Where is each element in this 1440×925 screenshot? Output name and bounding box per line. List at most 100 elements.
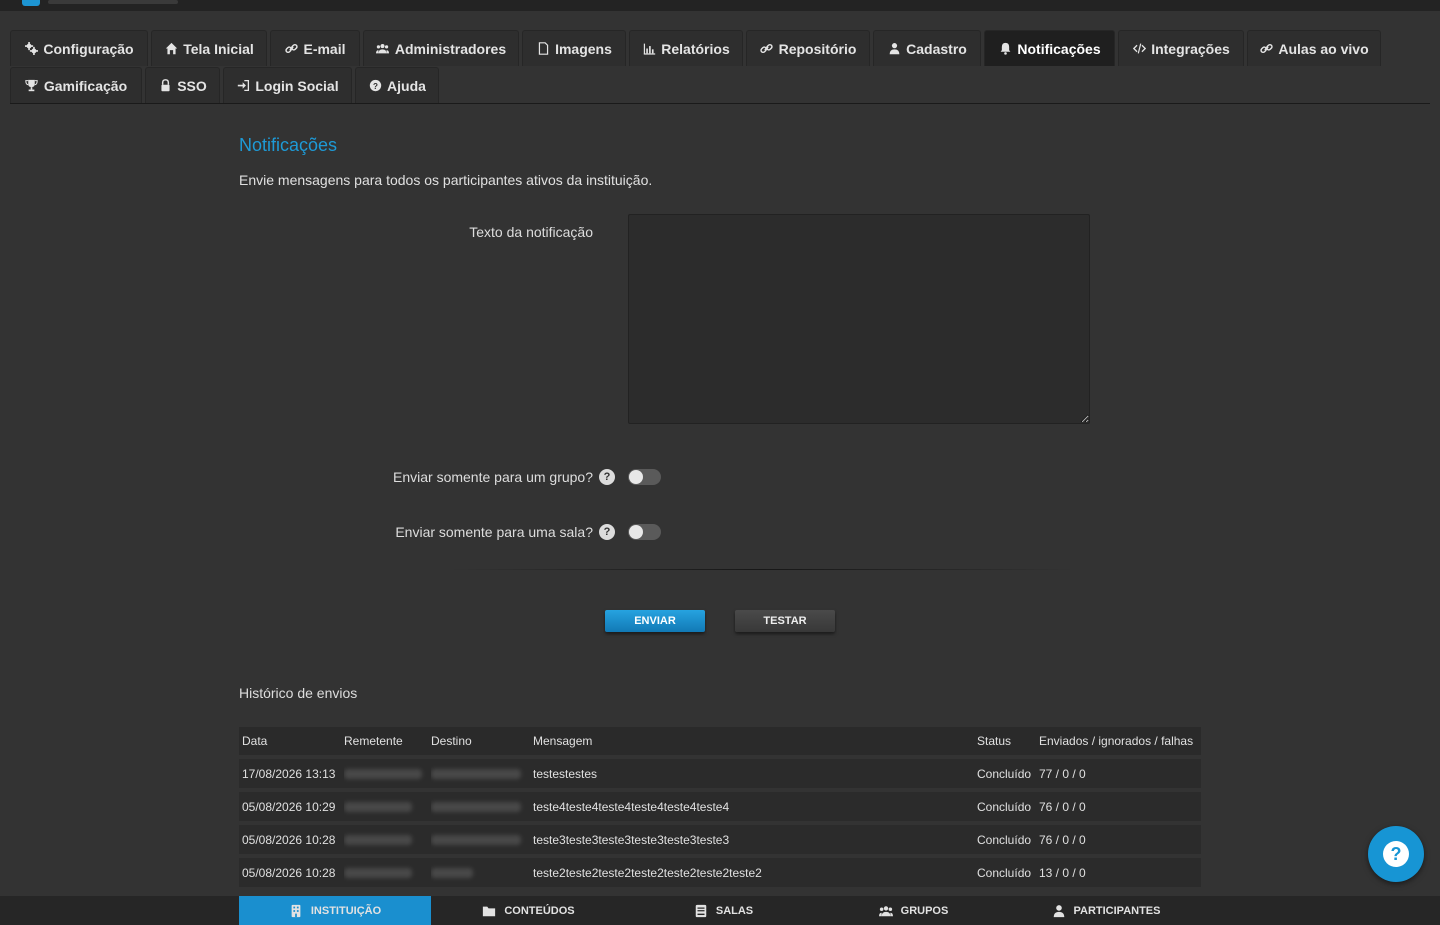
- tab-tela-inicial[interactable]: Tela Inicial: [151, 30, 267, 66]
- row-message: testestestes: [533, 766, 598, 781]
- send-button[interactable]: ENVIAR: [605, 610, 705, 632]
- row-date: 05/08/2026 10:28: [242, 865, 336, 880]
- group-only-toggle[interactable]: [628, 469, 661, 485]
- folder-icon: [483, 906, 496, 916]
- row-date: 05/08/2026 10:29: [242, 799, 336, 814]
- bar-chart-icon: [642, 42, 656, 56]
- table-row[interactable]: 05/08/2026 10:29 teste4teste4teste4teste…: [239, 792, 1201, 821]
- table-row[interactable]: 05/08/2026 10:28 teste2teste2teste2teste…: [239, 858, 1201, 887]
- row-counts: 77 / 0 / 0: [1039, 766, 1086, 781]
- page-title: Notificações: [239, 135, 338, 155]
- row-status: Concluído: [977, 832, 1032, 847]
- tab-label: Notificações: [1017, 40, 1101, 57]
- tab-relatorios[interactable]: Relatórios: [629, 30, 743, 66]
- home-icon: [164, 42, 178, 56]
- tab-configuracao[interactable]: Configuração: [10, 30, 148, 66]
- logo[interactable]: [22, 0, 40, 6]
- tab-email[interactable]: E-mail: [270, 30, 360, 66]
- tab-administradores[interactable]: Administradores: [363, 30, 519, 66]
- table-row[interactable]: 17/08/2026 13:13 testestestes Concluído …: [239, 759, 1201, 788]
- nav-instituicao[interactable]: INSTITUIÇÃO: [239, 896, 431, 925]
- row-counts: 76 / 0 / 0: [1039, 799, 1086, 814]
- question-circle-icon: ?: [368, 79, 382, 93]
- divider: [450, 569, 1075, 570]
- link-icon: [760, 42, 774, 56]
- notification-text-input[interactable]: [628, 214, 1090, 424]
- group-help-icon[interactable]: ?: [599, 469, 615, 485]
- column-header-counts[interactable]: Enviados / ignorados / falhas: [1039, 727, 1199, 755]
- room-only-toggle[interactable]: [628, 524, 661, 540]
- settings-tabs: Configuração Tela Inicial E-mail Adminis…: [10, 30, 1430, 104]
- row-status: Concluído: [977, 766, 1032, 781]
- row-status: Concluído: [977, 799, 1032, 814]
- tab-label: Integrações: [1151, 40, 1230, 57]
- question-icon: ?: [1383, 841, 1409, 867]
- tab-label: Tela Inicial: [183, 40, 254, 57]
- user-icon: [1053, 904, 1064, 917]
- nav-grupos[interactable]: GRUPOS: [821, 896, 1006, 925]
- row-date: 05/08/2026 10:28: [242, 832, 336, 847]
- row-sender-redacted: [344, 759, 426, 788]
- tab-ajuda[interactable]: ? Ajuda: [355, 67, 439, 103]
- tab-label: SSO: [177, 77, 207, 94]
- column-header-destination[interactable]: Destino: [431, 727, 526, 755]
- row-date: 17/08/2026 13:13: [242, 766, 336, 781]
- svg-text:?: ?: [373, 82, 378, 91]
- tab-integracoes[interactable]: Integrações: [1118, 30, 1244, 66]
- file-icon: [536, 42, 550, 56]
- nav-salas[interactable]: SALAS: [626, 896, 821, 925]
- table-header: Data Remetente Destino Mensagem Status E…: [239, 727, 1201, 755]
- nav-participantes[interactable]: PARTICIPANTES: [1006, 896, 1206, 925]
- trophy-icon: [25, 79, 39, 93]
- tab-imagens[interactable]: Imagens: [522, 30, 626, 66]
- tab-login-social[interactable]: Login Social: [223, 67, 352, 103]
- tab-label: E-mail: [303, 40, 346, 57]
- book-icon: [695, 904, 707, 917]
- test-button[interactable]: TESTAR: [735, 610, 835, 632]
- row-message: teste2teste2teste2teste2teste2teste2test…: [533, 865, 762, 880]
- group-only-label: Enviar somente para um grupo?: [393, 469, 593, 485]
- row-message: teste4teste4teste4teste4teste4teste4: [533, 799, 730, 814]
- tab-label: Administradores: [394, 40, 507, 57]
- row-sender-redacted: [344, 858, 426, 887]
- room-help-icon[interactable]: ?: [599, 524, 615, 540]
- column-header-date[interactable]: Data: [242, 727, 342, 755]
- row-status: Concluído: [977, 865, 1032, 880]
- toggle-knob: [629, 470, 643, 484]
- tab-label: Login Social: [255, 77, 339, 94]
- tab-repositorio[interactable]: Repositório: [746, 30, 870, 66]
- row-destination-redacted: [431, 792, 526, 821]
- row-destination-redacted: [431, 825, 526, 854]
- page-subtitle: Envie mensagens para todos os participan…: [239, 172, 653, 188]
- table-row[interactable]: 05/08/2026 10:28 teste3teste3teste3teste…: [239, 825, 1201, 854]
- tab-aulas-ao-vivo[interactable]: Aulas ao vivo: [1247, 30, 1381, 66]
- history-table: Data Remetente Destino Mensagem Status E…: [239, 727, 1201, 891]
- history-title: Histórico de envios: [239, 685, 358, 701]
- users-icon: [376, 42, 390, 56]
- tab-label: Gamificação: [43, 77, 128, 94]
- tab-gamificacao[interactable]: Gamificação: [10, 67, 142, 103]
- bottom-navigation: INSTITUIÇÃO CONTEÚDOS SALAS GRUPOS PARTI…: [0, 896, 1440, 925]
- tab-label: Ajuda: [387, 77, 426, 94]
- tab-label: Cadastro: [906, 40, 967, 57]
- column-header-status[interactable]: Status: [977, 727, 1037, 755]
- row-destination-redacted: [431, 858, 526, 887]
- tab-notificacoes[interactable]: Notificações: [984, 30, 1115, 66]
- top-bar: [0, 0, 1440, 11]
- column-header-message[interactable]: Mensagem: [533, 727, 963, 755]
- row-sender-redacted: [344, 792, 426, 821]
- tab-label: Aulas ao vivo: [1278, 40, 1369, 57]
- tab-sso[interactable]: SSO: [145, 67, 220, 103]
- link-icon: [284, 42, 298, 56]
- nav-conteudos[interactable]: CONTEÚDOS: [431, 896, 626, 925]
- column-header-sender[interactable]: Remetente: [344, 727, 426, 755]
- sign-in-icon: [236, 79, 250, 93]
- toggle-knob: [629, 525, 643, 539]
- row-counts: 13 / 0 / 0: [1039, 865, 1086, 880]
- tab-cadastro[interactable]: Cadastro: [873, 30, 981, 66]
- code-icon: [1132, 42, 1146, 56]
- nav-label: GRUPOS: [900, 904, 949, 917]
- users-icon: [878, 905, 893, 916]
- help-chat-button[interactable]: ?: [1368, 826, 1424, 882]
- tab-label: Configuração: [43, 40, 134, 57]
